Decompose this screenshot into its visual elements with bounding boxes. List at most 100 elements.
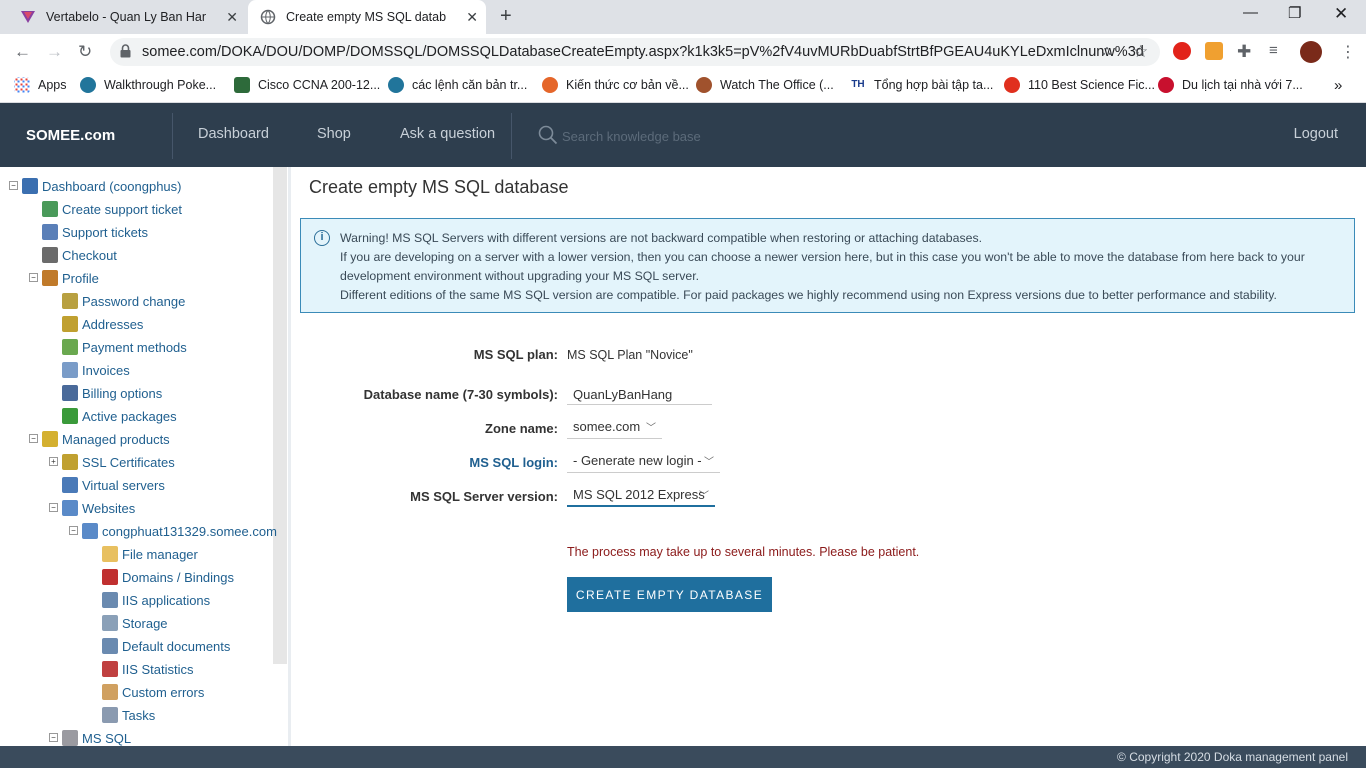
sidebar-item[interactable]: Active packages [62,406,177,426]
reload-icon[interactable]: ↻ [78,42,92,62]
profile-avatar[interactable] [1300,41,1322,63]
sidebar-item[interactable]: Domains / Bindings [102,567,234,587]
zone-name-select[interactable]: somee.com ﹀ [567,413,662,439]
database-name-input[interactable] [567,379,712,405]
forward-icon[interactable]: → [46,42,63,62]
expand-icon[interactable]: + [49,457,58,466]
bookmark-item[interactable]: Walkthrough Poke... [80,77,216,93]
address-bar[interactable]: somee.com/DOKA/DOU/DOMP/DOMSSQL/DOMSSQLD… [110,38,1160,66]
sidebar-item-label: Create support ticket [62,201,182,217]
nav-ask-question[interactable]: Ask a question [400,126,495,142]
bookmark-label: các lệnh căn bản tr... [412,78,528,92]
sidebar-item-label: Password change [82,293,186,309]
version-warning-alert: i Warning! MS SQL Servers with different… [300,218,1355,313]
new-tab-icon[interactable]: + [500,5,512,28]
close-tab-icon[interactable]: ✕ [466,9,478,26]
sidebar-item-label: SSL Certificates [82,454,175,470]
profile-icon [42,270,58,286]
sidebar-item[interactable]: Password change [62,291,185,311]
bookmark-star-icon[interactable]: ☆ [1133,42,1148,62]
browser-tab-vertabelo[interactable]: Vertabelo - Quan Ly Ban Hang ✕ [10,0,246,34]
sidebar-item[interactable]: Tasks [102,705,155,725]
vertabelo-icon [20,9,36,25]
collapse-icon[interactable]: − [49,503,58,512]
sidebar-item[interactable]: Invoices [62,360,130,380]
person-icon [696,77,712,93]
bookmark-item[interactable]: Kiến thức cơ bản về... [542,77,689,93]
footer: © Copyright 2020 Doka management panel [0,746,1366,768]
sidebar-scrollbar[interactable] [273,167,287,664]
sidebar-item[interactable]: Payment methods [62,337,187,357]
bookmark-item[interactable]: các lệnh căn bản tr... [388,77,527,93]
sidebar-item[interactable]: Create support ticket [42,199,182,219]
bookmark-apps[interactable]: Apps [14,77,67,93]
sidebar-item-label: Default documents [122,638,231,654]
close-window-icon[interactable]: ✕ [1334,4,1348,24]
collapse-icon[interactable]: − [9,181,18,190]
tab-title: Create empty MS SQL database [286,10,446,24]
sidebar-item[interactable]: IIS applications [102,590,210,610]
collapse-icon[interactable]: − [49,733,58,742]
sidebar-item[interactable]: Dashboard (coongphus) [22,176,181,196]
media-control-icon[interactable]: ≡ [1269,42,1278,59]
sidebar-item[interactable]: Addresses [62,314,143,334]
github-icon [542,77,558,93]
sidebar-item[interactable]: Virtual servers [62,475,165,495]
nav-dashboard[interactable]: Dashboard [198,126,269,142]
collapse-icon[interactable]: − [29,273,38,282]
sidebar-item[interactable]: Billing options [62,383,162,403]
collapse-icon[interactable]: − [29,434,38,443]
ms-sql-login-select[interactable]: - Generate new login - ﹀ [567,447,720,473]
restore-icon[interactable]: ❐ [1288,4,1301,22]
extensions-puzzle-icon[interactable]: ✚ [1237,42,1251,62]
website-icon [82,523,98,539]
alert-line: Warning! MS SQL Servers with different v… [340,231,983,245]
ms-sql-login-link[interactable]: MS SQL login: [469,455,558,470]
more-bookmarks-icon[interactable]: » [1334,77,1342,94]
metamask-extension-icon[interactable] [1205,42,1223,60]
knowledge-base-search-input[interactable] [562,125,802,147]
bookmark-item[interactable]: Watch The Office (... [696,77,834,93]
sidebar-item[interactable]: MS SQL [62,728,131,746]
sidebar-item-label: Dashboard (coongphus) [42,178,182,194]
browser-menu-icon[interactable]: ⋮ [1340,42,1356,62]
logout-link[interactable]: Logout [1294,126,1338,142]
sidebar-item-label: Addresses [82,316,144,332]
server-version-value: MS SQL 2012 Express [573,487,705,502]
create-empty-database-button[interactable]: CREATE EMPTY DATABASE [567,577,772,612]
calculator-icon [62,385,78,401]
sidebar-item[interactable]: IIS Statistics [102,659,194,679]
sidebar-item[interactable]: SSL Certificates [62,452,175,472]
sidebar-item[interactable]: Checkout [42,245,117,265]
sidebar-item[interactable]: Custom errors [102,682,204,702]
password-icon [62,293,78,309]
server-version-select[interactable]: MS SQL 2012 Express ﹀ [567,481,715,507]
nav-shop[interactable]: Shop [317,126,351,142]
brand-logo[interactable]: SOMEE.com [26,127,115,144]
search-icon[interactable] [538,125,558,150]
bookmark-item[interactable]: 110 Best Science Fic... [1004,77,1155,93]
fourteen-icon [1158,77,1174,93]
bookmark-item[interactable]: Du lịch tại nhà với 7... [1158,77,1303,93]
sidebar-item[interactable]: Managed products [42,429,170,449]
bookmark-item[interactable]: Cisco CCNA 200-12... [234,77,380,93]
sidebar-item[interactable]: Websites [62,498,135,518]
browser-tab-active[interactable]: Create empty MS SQL database ✕ [248,0,486,34]
sidebar-item[interactable]: Default documents [102,636,230,656]
opera-extension-icon[interactable] [1173,42,1191,60]
sidebar-item[interactable]: congphuat131329.somee.com [82,521,277,541]
sidebar-item[interactable]: File manager [102,544,198,564]
sidebar-item[interactable]: Storage [102,613,168,633]
site-header: SOMEE.com Dashboard Shop Ask a question … [0,103,1366,167]
ms-sql-login-value: - Generate new login - [573,453,702,468]
bookmark-label: Watch The Office (... [720,78,834,92]
translate-icon[interactable]: ⛬ [1102,42,1112,59]
globe-icon [260,9,276,25]
sidebar-item[interactable]: Profile [42,268,99,288]
minimize-icon[interactable]: — [1243,4,1258,21]
sidebar-item[interactable]: Support tickets [42,222,148,242]
close-tab-icon[interactable]: ✕ [226,9,238,26]
bookmark-item[interactable]: TH Tổng hợp bài tập ta... [850,77,993,93]
collapse-icon[interactable]: − [69,526,78,535]
back-icon[interactable]: ← [14,42,31,62]
